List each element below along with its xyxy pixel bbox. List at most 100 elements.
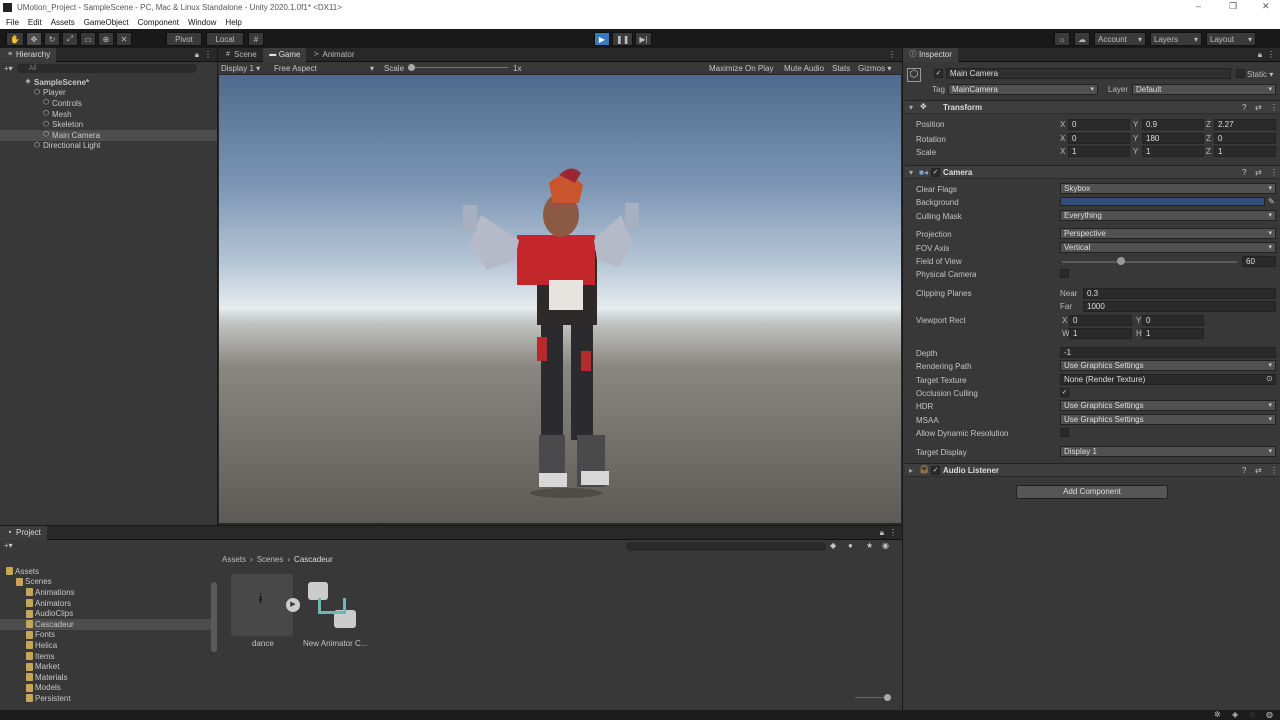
add-icon[interactable]: +▾ [4,64,13,73]
project-folder-item[interactable]: Fonts [0,630,211,641]
layers-dropdown[interactable]: Layers ▾ [1150,32,1202,46]
menu-help[interactable]: Help [225,18,241,27]
minimize-icon[interactable]: – [1196,1,1201,11]
far-input[interactable]: 1000 [1083,301,1276,312]
near-input[interactable]: 0.3 [1083,288,1276,299]
help-icon[interactable]: ? [1242,103,1246,112]
lock-icon[interactable]: 🔒︎ [880,528,884,538]
auto-generate-icon[interactable]: ◈ [1232,710,1238,719]
aspect-dropdown[interactable]: Free Aspect [274,64,317,73]
breadcrumb-assets[interactable]: Assets [222,555,246,564]
culling-mask-dropdown[interactable]: Everything [1060,210,1276,221]
preset-icon[interactable]: ⇄ [1255,103,1262,112]
project-folder-item[interactable]: Helica [0,640,211,651]
scale-slider[interactable] [408,67,508,68]
bug-icon[interactable]: ✲ [1214,710,1221,719]
hdr-dropdown[interactable]: Use Graphics Settings [1060,400,1276,411]
scale-y-input[interactable]: 1 [1142,146,1204,157]
object-picker-icon[interactable]: ⊙ [1266,374,1273,383]
maximize-icon[interactable]: ❐ [1229,1,1237,12]
hierarchy-item[interactable]: ⬡ Mesh [0,109,217,120]
thumbnail-size-handle[interactable] [884,694,891,701]
pivot-toggle[interactable]: Pivot [166,32,202,46]
scale-tool-icon[interactable]: ⤢ [61,32,78,46]
foldout-arrow-icon[interactable]: ▾ [909,103,913,112]
camera-header[interactable]: ▾ ■◂ ✓ Camera ? ⇄ ⋮ [905,165,1280,179]
asset-dance-thumbnail[interactable]: ɨ ▶ [231,574,300,636]
project-folder-item[interactable]: Materials [0,672,211,683]
project-folder-item[interactable]: Models [0,683,211,694]
step-button[interactable]: ▶| [635,32,652,46]
rotation-y-input[interactable]: 180 [1142,133,1204,144]
position-x-input[interactable]: 0 [1068,119,1130,130]
stats-toggle[interactable]: Stats [832,64,850,73]
display-dropdown[interactable]: Display 1 ▾ [221,64,260,73]
tab-animator[interactable]: ≻ Animator [306,48,360,62]
hierarchy-search-input[interactable]: All [16,64,197,73]
project-folder-item[interactable]: Items [0,651,211,662]
menu-file[interactable]: File [6,18,19,27]
add-component-button[interactable]: Add Component [1016,485,1168,499]
hierarchy-item[interactable]: ⬡ Main Camera [0,129,217,141]
rotation-z-input[interactable]: 0 [1214,133,1276,144]
menu-assets[interactable]: Assets [51,18,75,27]
occlusion-culling-checkbox[interactable]: ✓ [1060,388,1069,397]
transform-tool-icon[interactable]: ⊕ [97,32,114,46]
viewport-x-input[interactable]: 0 [1069,315,1132,326]
grid-snap-icon[interactable]: # [248,32,264,46]
tab-inspector[interactable]: ⓘ Inspector [903,47,958,62]
position-z-input[interactable]: 2.27 [1214,119,1276,130]
mute-audio-toggle[interactable]: Mute Audio [784,64,824,73]
target-texture-field[interactable]: None (Render Texture) [1060,374,1276,385]
preset-icon[interactable]: ⇄ [1255,466,1262,475]
fov-slider[interactable] [1062,261,1237,263]
scale-slider-handle[interactable] [408,64,415,71]
close-icon[interactable]: ✕ [1262,1,1270,12]
dynamic-resolution-checkbox[interactable] [1060,428,1069,437]
rotate-tool-icon[interactable]: ↻ [43,32,60,46]
account-dropdown[interactable]: Account ▾ [1094,32,1146,46]
hierarchy-item[interactable]: ⬡ Controls [0,98,217,109]
add-icon[interactable]: +▾ [4,541,13,550]
viewport-w-input[interactable]: 1 [1069,328,1132,339]
project-folder-item[interactable]: Persistent [0,693,211,704]
fov-slider-handle[interactable] [1117,257,1125,265]
cloud-icon[interactable]: ☁ [1074,32,1090,46]
foldout-arrow-icon[interactable]: ▸ [909,466,913,475]
depth-input[interactable]: -1 [1060,347,1276,358]
project-folder-item[interactable]: Cascadeur [0,618,211,630]
help-icon[interactable]: ? [1242,168,1246,177]
tab-game[interactable]: ▬ Game [262,47,307,62]
local-toggle[interactable]: Local [206,32,244,46]
layer-dropdown[interactable]: Default [1132,84,1276,95]
favorite-icon[interactable]: ★ [866,541,873,550]
eyedropper-icon[interactable]: ✎ [1268,197,1275,206]
hierarchy-item[interactable]: ⬡ Directional Light [0,141,217,152]
foldout-arrow-icon[interactable]: ▾ [909,168,913,177]
msaa-dropdown[interactable]: Use Graphics Settings [1060,414,1276,425]
project-search-input[interactable] [626,542,826,551]
notification-icon[interactable]: ◍ [1266,710,1273,719]
project-folder-item[interactable]: Animations [0,587,211,598]
breadcrumb-cascadeur[interactable]: Cascadeur [294,555,333,564]
clear-flags-dropdown[interactable]: Skybox [1060,183,1276,194]
play-button[interactable]: ▶ [594,32,610,46]
hierarchy-item[interactable]: ⬡ Player [0,88,217,99]
move-tool-icon[interactable]: ✥ [25,32,42,46]
background-color-field[interactable] [1060,197,1265,206]
help-icon[interactable]: ? [1242,466,1246,475]
transform-header[interactable]: ▾ ✥ Transform ? ⇄ ⋮ [905,100,1280,114]
play-preview-icon[interactable]: ▶ [286,598,300,612]
lock-icon[interactable]: 🔒︎ [1258,50,1262,60]
fov-input[interactable]: 60 [1242,256,1276,267]
preset-icon[interactable]: ⇄ [1255,168,1262,177]
tree-scrollbar[interactable] [211,582,217,652]
more-icon[interactable]: ⋮ [1267,50,1275,59]
aspect-arrow-icon[interactable]: ▾ [370,64,374,73]
hidden-count-icon[interactable]: ◉ [882,541,889,550]
more-icon[interactable]: ⋮ [889,528,897,537]
animator-controller-icon[interactable] [306,580,358,632]
target-display-dropdown[interactable]: Display 1 [1060,446,1276,457]
audio-listener-header[interactable]: ▸ 🎧︎ ✓ Audio Listener ? ⇄ ⋮ [905,463,1280,477]
static-checkbox[interactable] [1236,69,1245,78]
